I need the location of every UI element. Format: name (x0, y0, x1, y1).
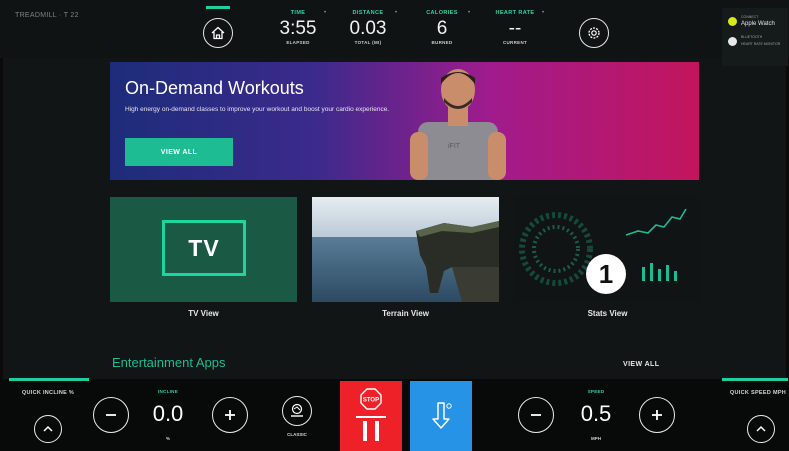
home-icon (211, 26, 225, 40)
quick-speed-button[interactable] (747, 415, 775, 443)
minus-icon (106, 414, 116, 416)
banner-title: On-Demand Workouts (125, 78, 304, 98)
settings-button[interactable] (579, 18, 609, 48)
metric-calories: CALORIES 6 BURNED (426, 10, 458, 45)
terrain-image (312, 197, 499, 302)
metric-info-icon: • (468, 10, 471, 16)
stats-view-label: Stats View (587, 309, 628, 318)
apple-watch-connection[interactable]: CONNECT Apple Watch (728, 14, 788, 28)
chevron-up-icon (756, 425, 766, 432)
treadmill-runner-icon (291, 403, 303, 417)
quick-speed-label: QUICK SPEED MPH (729, 390, 787, 396)
speed-value: 0.5 (580, 401, 612, 426)
incline-label: INCLINE (157, 389, 179, 394)
entertainment-apps-heading: Entertainment Apps (112, 355, 226, 370)
console-label: TREADMILL · T 22 (15, 12, 79, 19)
classic-mode-button[interactable] (282, 396, 312, 426)
metric-info-icon: • (542, 10, 545, 16)
gear-icon (588, 27, 600, 39)
banner-description: High energy on-demand classes to improve… (125, 106, 390, 113)
quick-incline-indicator (9, 378, 89, 381)
stop-divider (356, 416, 386, 418)
heart-monitor-icon (728, 36, 737, 46)
on-demand-banner[interactable]: On-Demand Workouts High energy on-demand… (110, 62, 699, 180)
terrain-view-tile[interactable] (312, 197, 499, 302)
stop-sign-icon: STOP (360, 388, 382, 410)
classic-label: CLASSIC (287, 432, 307, 437)
speed-decrease-button[interactable] (518, 397, 554, 433)
home-button[interactable] (203, 18, 233, 48)
incline-decrease-button[interactable] (93, 397, 129, 433)
tv-view-tile[interactable]: TV (110, 197, 297, 302)
incline-increase-button[interactable] (212, 397, 248, 433)
chevron-up-icon (43, 425, 53, 432)
tv-view-label: TV View (188, 309, 219, 318)
metric-heart-rate: HEART RATE -- CURRENT (495, 10, 535, 45)
heart-rate-monitor-connection[interactable]: BLUETOOTH HEART RATE MONITOR (728, 34, 788, 48)
quick-speed-indicator (722, 378, 788, 381)
incline-value: 0.0 (152, 401, 184, 426)
metric-info-icon: • (324, 10, 327, 16)
stop-label: STOP (363, 398, 379, 404)
view-all-workouts-button[interactable]: VIEW ALL (125, 138, 233, 166)
plus-icon (225, 410, 235, 420)
metric-time: TIME 3:55 ELAPSED (279, 10, 317, 45)
step-number-badge: 1 (586, 254, 626, 294)
speed-unit: MPH (591, 436, 601, 441)
home-active-indicator (206, 6, 230, 9)
terrain-view-label: Terrain View (382, 309, 429, 318)
speed-label: SPEED (587, 389, 605, 394)
metric-distance: DISTANCE 0.03 TOTAL (MI) (349, 10, 387, 45)
quick-incline-button[interactable] (34, 415, 62, 443)
minus-icon (531, 414, 541, 416)
shirt-logo: iFIT (448, 143, 461, 150)
incline-unit: % (165, 436, 170, 441)
metric-info-icon: • (395, 10, 398, 16)
pause-icon (363, 421, 379, 441)
top-bar: TREADMILL · T 22 TIME 3:55 ELAPSED • DIS… (0, 0, 789, 58)
arrow-down-icon (432, 402, 452, 429)
speed-increase-button[interactable] (639, 397, 675, 433)
apple-watch-icon (728, 16, 737, 26)
plus-icon (652, 410, 662, 420)
quick-incline-label: QUICK INCLINE % (21, 390, 75, 396)
device-connections-panel[interactable]: CONNECT Apple Watch BLUETOOTH HEART RATE… (722, 8, 788, 66)
trainer-image: iFIT (410, 69, 506, 180)
view-all-apps-link[interactable]: VIEW ALL (623, 361, 659, 368)
cool-down-button[interactable] (410, 381, 472, 451)
stop-pause-button[interactable]: STOP (340, 381, 402, 451)
tv-icon: TV (162, 220, 246, 276)
